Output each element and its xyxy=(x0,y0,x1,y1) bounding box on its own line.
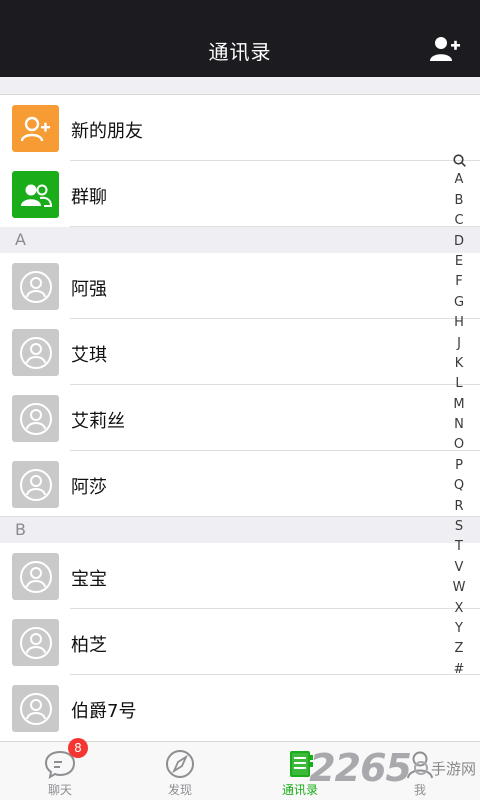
index-letter[interactable]: Q xyxy=(454,476,464,496)
contact-list: 新的朋友 群聊 A 阿强 艾琪 艾莉丝 阿莎 B 宝宝 柏芝 伯爵7号 xyxy=(0,95,480,741)
add-contact-icon[interactable] xyxy=(430,36,460,62)
index-search-icon[interactable] xyxy=(452,150,466,170)
tab-chats[interactable]: 8 聊天 xyxy=(0,738,120,800)
index-letter[interactable]: L xyxy=(455,374,462,394)
site-watermark: 2265 手游网 xyxy=(309,746,476,790)
unread-badge: 8 xyxy=(68,738,88,758)
index-letter[interactable]: Z xyxy=(455,639,464,659)
index-letter[interactable]: K xyxy=(455,354,464,374)
index-letter[interactable]: X xyxy=(455,599,464,619)
index-letter[interactable]: T xyxy=(455,537,463,557)
contact-row[interactable]: 伯爵7号 xyxy=(0,675,480,741)
default-avatar-icon xyxy=(12,329,59,376)
contact-row[interactable]: 柏芝 xyxy=(0,609,480,675)
watermark-logo-icon xyxy=(413,761,428,775)
contact-name: 艾琪 xyxy=(71,345,107,366)
contact-row[interactable]: 阿莎 xyxy=(0,451,480,517)
top-bar: 通讯录 xyxy=(0,0,480,77)
row-label: 新的朋友 xyxy=(71,121,143,142)
index-letter[interactable]: D xyxy=(454,232,464,252)
default-avatar-icon xyxy=(12,685,59,732)
tab-discover[interactable]: 发现 xyxy=(120,742,240,800)
default-avatar-icon xyxy=(12,263,59,310)
page-title: 通讯录 xyxy=(208,40,272,64)
new-friends-row[interactable]: 新的朋友 xyxy=(0,95,480,161)
contact-row[interactable]: 宝宝 xyxy=(0,543,480,609)
tab-label: 发现 xyxy=(167,783,192,797)
contact-name: 伯爵7号 xyxy=(71,701,137,722)
new-friend-icon xyxy=(12,105,59,152)
index-letter[interactable]: V xyxy=(455,558,464,578)
index-letter[interactable]: P xyxy=(455,456,463,476)
index-letter[interactable]: # xyxy=(454,660,465,680)
contact-name: 阿莎 xyxy=(71,477,107,498)
index-letter[interactable]: O xyxy=(454,435,464,455)
alphabet-index[interactable]: A B C D E F G H J K L M N O P Q R S T V … xyxy=(450,150,468,680)
group-chat-row[interactable]: 群聊 xyxy=(0,161,480,227)
index-letter[interactable]: R xyxy=(454,497,463,517)
index-letter[interactable]: J xyxy=(457,334,461,354)
default-avatar-icon xyxy=(12,553,59,600)
index-letter[interactable]: E xyxy=(455,252,463,272)
watermark-text: 手游网 xyxy=(430,759,476,778)
compass-icon xyxy=(166,750,194,778)
index-letter[interactable]: B xyxy=(455,191,464,211)
row-label: 群聊 xyxy=(71,187,107,208)
search-spacer xyxy=(0,77,480,95)
contact-row[interactable]: 阿强 xyxy=(0,253,480,319)
index-letter[interactable]: N xyxy=(454,415,464,435)
index-letter[interactable]: C xyxy=(454,211,463,231)
contact-name: 宝宝 xyxy=(71,569,107,590)
index-letter[interactable]: S xyxy=(455,517,463,537)
index-letter[interactable]: W xyxy=(453,578,466,598)
index-letter[interactable]: H xyxy=(454,313,464,333)
section-header-a: A xyxy=(0,227,480,253)
contact-name: 艾莉丝 xyxy=(71,411,125,432)
group-chat-icon xyxy=(12,171,59,218)
default-avatar-icon xyxy=(12,461,59,508)
tab-label: 聊天 xyxy=(47,783,72,797)
watermark-number: 2265 xyxy=(309,746,412,790)
index-letter[interactable]: A xyxy=(455,170,464,190)
index-letter[interactable]: Y xyxy=(455,619,463,639)
contact-name: 阿强 xyxy=(71,279,107,300)
contact-name: 柏芝 xyxy=(71,635,107,656)
contact-row[interactable]: 艾莉丝 xyxy=(0,385,480,451)
index-letter[interactable]: F xyxy=(455,272,462,292)
index-letter[interactable]: M xyxy=(453,395,464,415)
default-avatar-icon xyxy=(12,619,59,666)
index-letter[interactable]: G xyxy=(454,293,464,313)
default-avatar-icon xyxy=(12,395,59,442)
section-header-b: B xyxy=(0,517,480,543)
contact-row[interactable]: 艾琪 xyxy=(0,319,480,385)
